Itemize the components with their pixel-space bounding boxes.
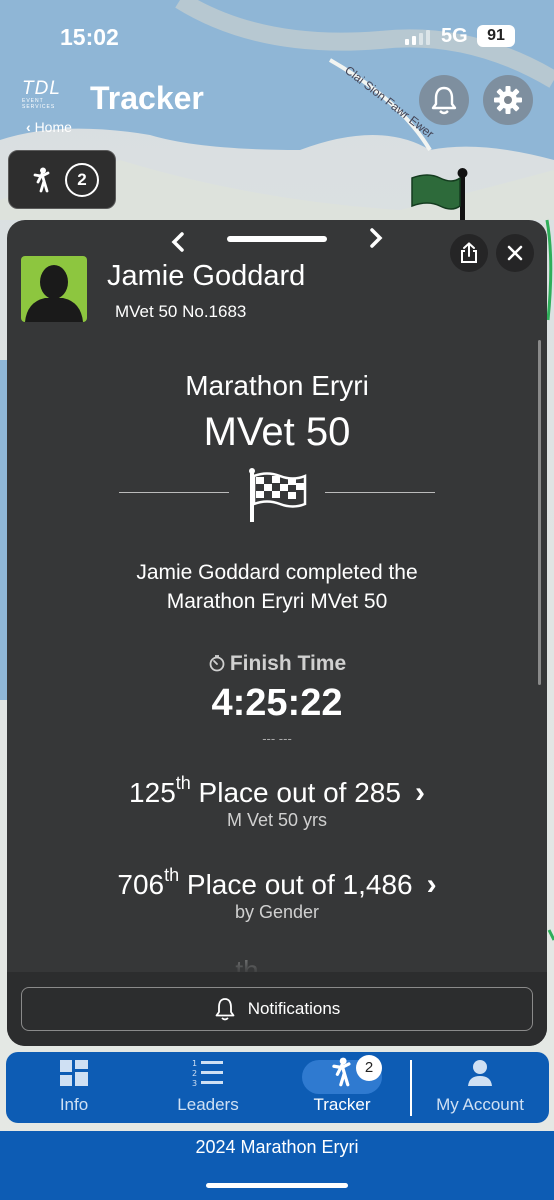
share-icon bbox=[461, 242, 477, 263]
next-athlete-button[interactable] bbox=[367, 228, 385, 253]
placing-line: 706th Place out of 1,486 › bbox=[7, 865, 547, 902]
runner-icon bbox=[33, 167, 50, 192]
runner-icon bbox=[332, 1057, 351, 1087]
notifications-button[interactable]: Notifications bbox=[21, 987, 533, 1031]
tab-separator bbox=[410, 1060, 412, 1116]
drag-handle[interactable] bbox=[227, 236, 327, 242]
bell-icon bbox=[215, 998, 235, 1021]
divider-left bbox=[119, 492, 229, 493]
notifications-bell-button[interactable] bbox=[419, 75, 469, 125]
tdl-logo: TDL EVENT SERVICES bbox=[22, 78, 78, 110]
placing-subtitle: by Gender bbox=[234, 902, 320, 922]
close-icon bbox=[507, 245, 523, 261]
scroll-fade bbox=[7, 930, 547, 975]
settings-button[interactable] bbox=[483, 75, 533, 125]
completion-line-2: Marathon Eryri MVet 50 bbox=[166, 590, 388, 613]
card-footer: Notifications bbox=[7, 972, 547, 1046]
athlete-category-number: MVet 50 No.1683 bbox=[115, 302, 247, 321]
tab-my-account-label: My Account bbox=[436, 1095, 524, 1114]
category-title: MVet 50 bbox=[203, 410, 351, 454]
network-label: 5G bbox=[441, 25, 468, 47]
logo-sub: EVENT SERVICES bbox=[22, 98, 56, 110]
placing-subtitle: M Vet 50 yrs bbox=[226, 810, 328, 830]
scrollbar[interactable] bbox=[538, 340, 541, 685]
page-title: Tracker bbox=[90, 80, 204, 116]
divider-right bbox=[325, 492, 435, 493]
placing-position: 706 bbox=[117, 869, 165, 900]
chevron-right-icon: › bbox=[414, 776, 425, 809]
battery-icon: 91 bbox=[477, 25, 515, 47]
event-footer-title: 2024 Marathon Eryri bbox=[195, 1137, 359, 1157]
completion-line-1: Jamie Goddard completed the bbox=[136, 561, 418, 584]
svg-text:2: 2 bbox=[192, 1069, 197, 1078]
share-button[interactable] bbox=[450, 234, 488, 272]
split-dashes: --- --- bbox=[262, 731, 292, 746]
back-home-label: Home bbox=[34, 119, 72, 135]
chevron-right-icon: › bbox=[426, 868, 437, 901]
event-name: Marathon Eryri bbox=[185, 370, 369, 401]
status-bar: 15:02 5G 91 bbox=[0, 0, 554, 70]
placing-line: 125th Place out of 285 › bbox=[7, 773, 547, 810]
person-silhouette-icon bbox=[25, 265, 83, 322]
placing-text: Place out of 285 bbox=[190, 777, 401, 808]
chevron-left-icon: ‹ bbox=[26, 119, 31, 135]
logo-text: TDL bbox=[22, 78, 61, 99]
placing-row-gender[interactable]: 706th Place out of 1,486 › by Gender bbox=[7, 865, 547, 923]
flag-marker-icon[interactable] bbox=[408, 168, 472, 226]
list-numbered-icon: 123 bbox=[192, 1059, 223, 1087]
placing-row-category[interactable]: 125th Place out of 285 › M Vet 50 yrs bbox=[7, 773, 547, 831]
placing-text: Place out of 1,486 bbox=[179, 869, 413, 900]
avatar bbox=[21, 256, 87, 322]
notifications-label: Notifications bbox=[247, 999, 341, 1018]
tracked-athletes-chip[interactable]: 2 bbox=[8, 150, 116, 209]
bell-icon bbox=[431, 86, 457, 115]
placing-suffix: th bbox=[164, 865, 180, 885]
tab-bar: Info 123 Leaders Tracker 2 My Account bbox=[6, 1052, 549, 1123]
tab-leaders[interactable]: 123 Leaders bbox=[166, 1052, 250, 1123]
chevron-left-icon bbox=[171, 232, 184, 252]
status-time: 15:02 bbox=[60, 24, 119, 50]
home-indicator[interactable] bbox=[206, 1183, 348, 1188]
svg-text:3: 3 bbox=[192, 1079, 197, 1087]
finish-time-label: Finish Time bbox=[7, 652, 547, 676]
tab-tracker-label: Tracker bbox=[313, 1095, 371, 1114]
athlete-name: Jamie Goddard bbox=[107, 260, 306, 292]
close-button[interactable] bbox=[496, 234, 534, 272]
back-home-link[interactable]: ‹ Home bbox=[26, 119, 72, 135]
tab-tracker-badge: 2 bbox=[356, 1055, 382, 1081]
placing-suffix: th bbox=[175, 773, 191, 793]
finish-time-value: 4:25:22 bbox=[211, 682, 343, 724]
completion-message: Jamie Goddard completed the Marathon Ery… bbox=[7, 558, 547, 616]
athlete-result-card: Jamie Goddard MVet 50 No.1683 Marathon E… bbox=[7, 220, 547, 1046]
gear-icon bbox=[494, 86, 522, 114]
stopwatch-icon bbox=[209, 655, 225, 672]
dashboard-icon bbox=[60, 1060, 88, 1086]
chequered-flag-icon bbox=[249, 468, 307, 522]
placing-position: 125 bbox=[129, 777, 176, 808]
tab-my-account[interactable]: My Account bbox=[426, 1052, 534, 1123]
tracked-count-badge: 2 bbox=[65, 162, 99, 197]
tab-info-label: Info bbox=[59, 1095, 89, 1114]
person-icon bbox=[468, 1060, 492, 1086]
chevron-right-icon bbox=[370, 228, 383, 248]
finish-time-label-text: Finish Time bbox=[229, 652, 347, 675]
svg-text:1: 1 bbox=[192, 1059, 197, 1068]
tab-info[interactable]: Info bbox=[36, 1052, 112, 1123]
prev-athlete-button[interactable] bbox=[169, 228, 187, 259]
signal-icon bbox=[405, 30, 430, 45]
tab-leaders-label: Leaders bbox=[177, 1095, 239, 1114]
